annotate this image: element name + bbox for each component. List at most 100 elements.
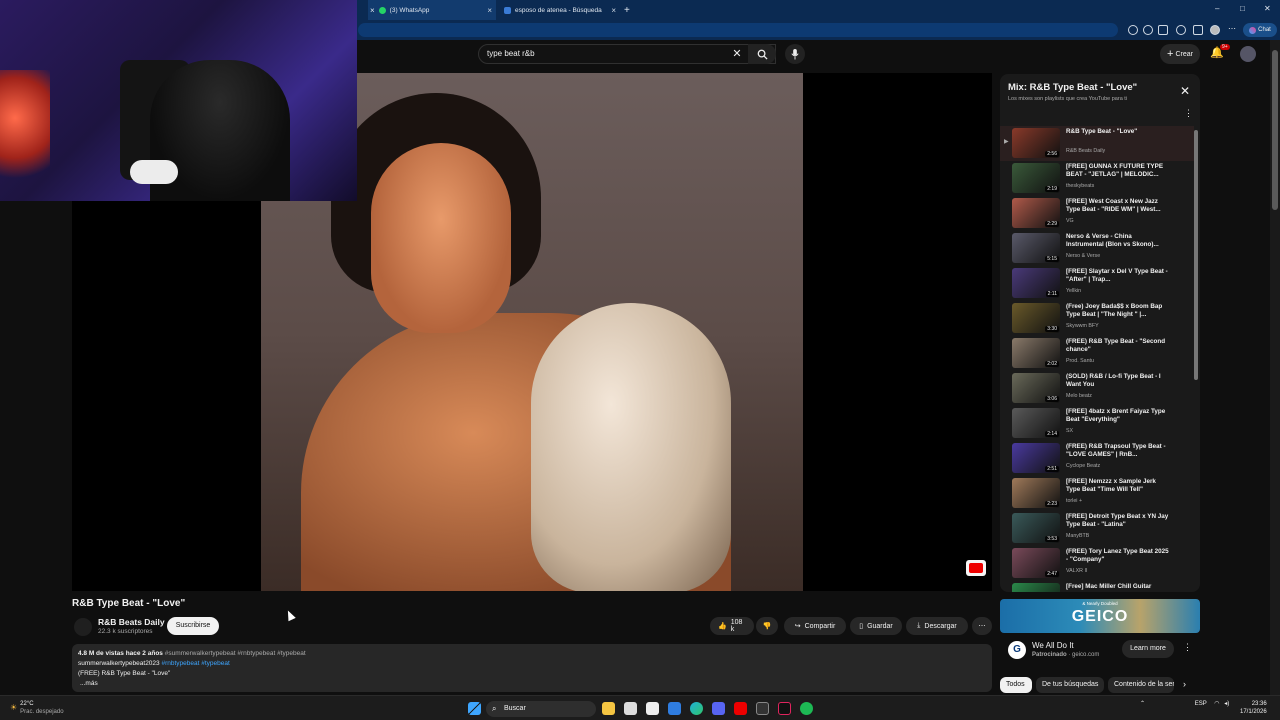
playlist-item-thumbnail[interactable]: 2:02 (1012, 338, 1060, 368)
more-vertical-icon[interactable]: ⋮ (1183, 642, 1192, 653)
mail-icon[interactable] (668, 702, 681, 715)
playlist-item-thumbnail[interactable]: 5:15 (1012, 233, 1060, 263)
more-vertical-icon[interactable]: ⋮ (1184, 108, 1193, 119)
close-window-button[interactable]: ✕ (1264, 4, 1271, 13)
chevron-up-icon[interactable]: ⌃ (1140, 701, 1145, 707)
playlist-item[interactable]: 2:29 [FREE] West Coast x New Jazz Type Be… (1000, 196, 1194, 231)
playlist-item-thumbnail[interactable]: 2:11 (1012, 268, 1060, 298)
playlist-item-thumbnail[interactable]: 2:14 (1012, 408, 1060, 438)
close-icon[interactable]: × (487, 6, 492, 15)
playlist-item[interactable]: 2:47 (FREE) Tory Lanez Type Beat 2025 - "… (1000, 546, 1194, 581)
favorite-icon[interactable] (1158, 25, 1168, 35)
playlist-item-title[interactable]: [FREE] 4batz x Brent Faiyaz Type Beat "E… (1066, 408, 1170, 424)
wifi-icon[interactable]: ◠ (1214, 701, 1219, 707)
save-button[interactable]: ▯ Guardar (850, 617, 902, 635)
playlist-item-thumbnail[interactable]: 2:23 (1012, 478, 1060, 508)
system-tray[interactable]: ⌃ ESP ◠ ◂) (1140, 700, 1229, 707)
more-actions-button[interactable]: ⋯ (972, 617, 992, 635)
scrollbar-thumb[interactable] (1194, 130, 1198, 380)
playlist-item-title[interactable]: Nerso & Verse - China Instrumental (Blon… (1066, 233, 1170, 249)
playlist-item-thumbnail[interactable]: 2:51 (1012, 443, 1060, 473)
channel-name[interactable]: R&B Beats Daily (98, 617, 165, 627)
playlist-item-thumbnail[interactable]: 2:29 (1012, 198, 1060, 228)
account-avatar[interactable] (1240, 46, 1256, 62)
playlist-item[interactable]: ▶ 2:56 R&B Type Beat - "Love" R&B Beats Dai… (1000, 126, 1194, 161)
playlist-item[interactable]: 2:14 [FREE] 4batz x Brent Faiyaz Type Bea… (1000, 406, 1194, 441)
chip-from-searches[interactable]: De tus búsquedas (1036, 677, 1104, 693)
tab-whatsapp[interactable]: × (3) WhatsApp × (368, 0, 496, 20)
playlist-item-title[interactable]: (FREE) Tory Lanez Type Beat 2025 - "Comp… (1066, 548, 1170, 564)
language-indicator[interactable]: ESP (1195, 701, 1207, 707)
playlist-item-thumbnail[interactable] (1012, 583, 1060, 592)
hashtags[interactable]: #summerwalkertypebeat #rnbtypebeat #type… (165, 650, 306, 657)
like-button[interactable]: 👍 108 k (710, 617, 754, 635)
playlist-item-title[interactable]: [FREE] Slaytar x Del V Type Beat - "Afte… (1066, 268, 1170, 284)
download-button[interactable]: ⤓ Descargar (906, 617, 968, 635)
playlist-item[interactable]: 2:02 (FREE) R&B Type Beat - "Second chanc… (1000, 336, 1194, 371)
channel-avatar[interactable] (74, 618, 92, 636)
playlist-item-title[interactable]: (Free) Joey Bada$$ x Boom Bap Type Beat … (1066, 303, 1170, 319)
page-scrollbar[interactable] (1270, 40, 1280, 695)
playlist-item[interactable]: 2:51 (FREE) R&B Trapsoul Type Beat - "LOV… (1000, 441, 1194, 476)
playlist-item-thumbnail[interactable]: 3:30 (1012, 303, 1060, 333)
show-more-link[interactable]: ...más (78, 679, 986, 689)
collections-icon[interactable] (1193, 25, 1203, 35)
playlist-item-title[interactable]: [Free] Mac Miller Chill Guitar (1066, 583, 1170, 591)
playlist-item[interactable]: 2:23 [FREE] Nemzzz x Sample Jerk Type Bea… (1000, 476, 1194, 511)
ad-banner[interactable]: & Nearly Doubled GEICO (1000, 599, 1200, 633)
playlist-item[interactable]: 5:15 Nerso & Verse - China Instrumental (… (1000, 231, 1194, 266)
scrollbar-thumb[interactable] (1272, 50, 1278, 210)
youtube-watermark-icon[interactable] (966, 560, 986, 576)
app-icon[interactable] (624, 702, 637, 715)
playlist-item-title[interactable]: R&B Type Beat - "Love" (1066, 128, 1170, 136)
chip-series-content[interactable]: Contenido de la serie (1108, 677, 1174, 693)
playlist-item-title[interactable]: (FREE) R&B Trapsoul Type Beat - "LOVE GA… (1066, 443, 1170, 459)
obs-icon[interactable] (756, 702, 769, 715)
playlist-item[interactable]: 3:30 (Free) Joey Bada$$ x Boom Bap Type B… (1000, 301, 1194, 336)
playlist-scrollbar[interactable] (1194, 130, 1198, 592)
playlist-item[interactable]: 3:53 [FREE] Detroit Type Beat x YN Jay Ty… (1000, 511, 1194, 546)
close-icon[interactable]: ✕ (1180, 84, 1190, 98)
playlist-item-thumbnail[interactable]: 2:47 (1012, 548, 1060, 578)
playlist-item[interactable]: 2:11 [FREE] Slaytar x Del V Type Beat - "… (1000, 266, 1194, 301)
playlist-item[interactable]: [Free] Mac Miller Chill Guitar (1000, 581, 1194, 592)
subscribe-button[interactable]: Suscribirse (167, 617, 219, 635)
address-bar[interactable] (358, 23, 1118, 37)
extension-icon[interactable] (1128, 25, 1138, 35)
playlist-item-title[interactable]: [FREE] West Coast x New Jazz Type Beat -… (1066, 198, 1170, 214)
playlist-item[interactable]: 2:19 [FREE] GUNNA X FUTURE TYPE BEAT - "J… (1000, 161, 1194, 196)
playlist-item-thumbnail[interactable]: 2:56 (1012, 128, 1060, 158)
clear-search-icon[interactable]: ✕ (730, 46, 744, 62)
maximize-button[interactable]: □ (1240, 4, 1245, 13)
chip-all[interactable]: Todos (1000, 677, 1032, 693)
close-tab-icon[interactable]: × (370, 6, 375, 15)
extension-icon[interactable] (1176, 25, 1186, 35)
learn-more-button[interactable]: Learn more (1122, 640, 1174, 658)
advertiser-logo[interactable]: G (1008, 641, 1026, 659)
minimize-button[interactable]: – (1215, 4, 1219, 13)
tab-search[interactable]: esposo de atenea - Búsqueda × (500, 0, 620, 20)
tiktok-icon[interactable] (778, 702, 791, 715)
youtube-icon[interactable] (734, 702, 747, 715)
close-icon[interactable]: × (611, 6, 616, 15)
file-explorer-icon[interactable] (602, 702, 615, 715)
playlist-item-title[interactable]: [FREE] GUNNA X FUTURE TYPE BEAT - "JETLA… (1066, 163, 1170, 179)
playlist-item-title[interactable]: (SOLD) R&B / Lo-fi Type Beat - I Want Yo… (1066, 373, 1170, 389)
more-icon[interactable]: ⋯ (1228, 24, 1236, 33)
search-button[interactable] (748, 44, 776, 64)
edge-icon[interactable] (690, 702, 703, 715)
notifications-button[interactable]: 🔔 9+ (1210, 44, 1232, 64)
dislike-button[interactable]: 👎 (756, 617, 778, 635)
taskbar-search[interactable]: ⌕ Buscar (486, 701, 596, 717)
discord-icon[interactable] (712, 702, 725, 715)
playlist-item-title[interactable]: [FREE] Detroit Type Beat x YN Jay Type B… (1066, 513, 1170, 529)
hashtags[interactable]: #rnbtypebeat #typebeat (161, 660, 229, 667)
playlist-item-thumbnail[interactable]: 3:06 (1012, 373, 1060, 403)
create-button[interactable]: + Crear (1160, 44, 1200, 64)
windows-start-icon[interactable] (468, 702, 481, 715)
playlist-item-title[interactable]: (FREE) R&B Type Beat - "Second chance" (1066, 338, 1170, 354)
spotify-icon[interactable] (800, 702, 813, 715)
ad-title[interactable]: We All Do It (1032, 641, 1074, 650)
chevron-right-icon[interactable]: › (1183, 679, 1186, 689)
playlist-item[interactable]: 3:06 (SOLD) R&B / Lo-fi Type Beat - I Wan… (1000, 371, 1194, 406)
